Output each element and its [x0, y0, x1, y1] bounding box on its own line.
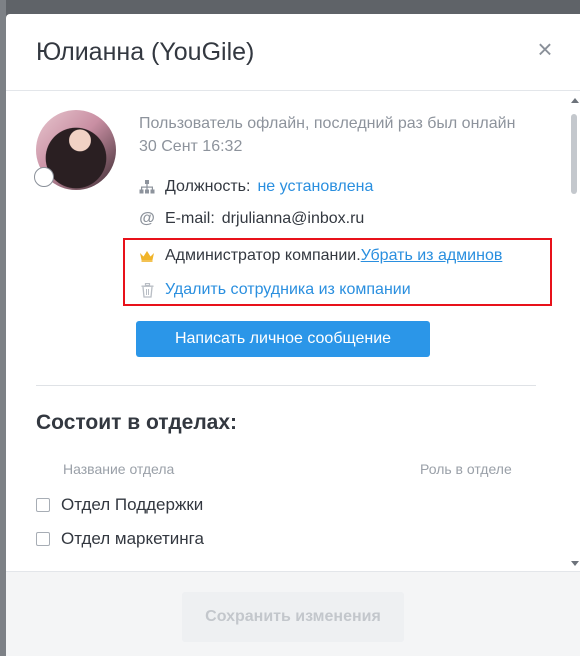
at-sign-icon: @: [139, 210, 155, 227]
email-label: E-mail:: [165, 210, 215, 227]
department-checkbox[interactable]: [36, 532, 50, 546]
send-private-message-button[interactable]: Написать личное сообщение: [136, 321, 430, 357]
position-value-link[interactable]: не установлена: [257, 178, 373, 196]
department-name: Отдел Поддержки: [61, 495, 204, 514]
modal-footer: Сохранить изменения: [6, 571, 580, 656]
modal-body: Пользователь офлайн, последний раз был о…: [6, 91, 580, 571]
close-icon[interactable]: ×: [532, 36, 558, 62]
save-changes-button[interactable]: Сохранить изменения: [182, 592, 404, 642]
scroll-down-arrow-icon[interactable]: [571, 561, 579, 566]
admin-status-text: Администратор компании.: [165, 247, 361, 264]
presence-status: Пользователь офлайн, последний раз был о…: [139, 115, 516, 155]
user-profile-modal: Юлианна (YouGile) × Пользователь офлайн,…: [6, 14, 580, 656]
departments-title: Состоит в отделах:: [36, 411, 238, 434]
modal-header: Юлианна (YouGile) ×: [6, 14, 580, 91]
position-row: Должность: не установлена: [139, 176, 373, 198]
scrollbar[interactable]: [568, 94, 580, 570]
modal-title: Юлианна (YouGile): [36, 38, 255, 66]
scrollbar-thumb[interactable]: [571, 114, 577, 194]
department-checkbox[interactable]: [36, 498, 50, 512]
trash-icon: [139, 282, 155, 298]
remove-admin-link[interactable]: Убрать из админов: [361, 247, 503, 265]
crown-icon: [139, 250, 155, 262]
department-row[interactable]: Отдел маркетинга: [36, 528, 204, 550]
email-value: drjulianna@inbox.ru: [221, 210, 365, 227]
email-row: @ E-mail: drjulianna@inbox.ru: [139, 208, 364, 230]
position-label: Должность:: [165, 178, 251, 195]
department-row[interactable]: Отдел Поддержки: [36, 494, 203, 516]
admin-row: Администратор компании. Убрать из админо…: [139, 245, 502, 267]
delete-employee-link[interactable]: Удалить сотрудника из компании: [165, 281, 411, 299]
department-name: Отдел маркетинга: [61, 529, 204, 548]
column-header-department-name: Название отдела: [63, 461, 175, 477]
column-header-department-role: Роль в отделе: [420, 461, 512, 477]
online-status-indicator: [34, 167, 54, 187]
org-chart-icon: [139, 180, 155, 194]
delete-row: Удалить сотрудника из компании: [139, 279, 411, 301]
scroll-up-arrow-icon[interactable]: [571, 98, 579, 103]
section-divider: [36, 385, 536, 386]
